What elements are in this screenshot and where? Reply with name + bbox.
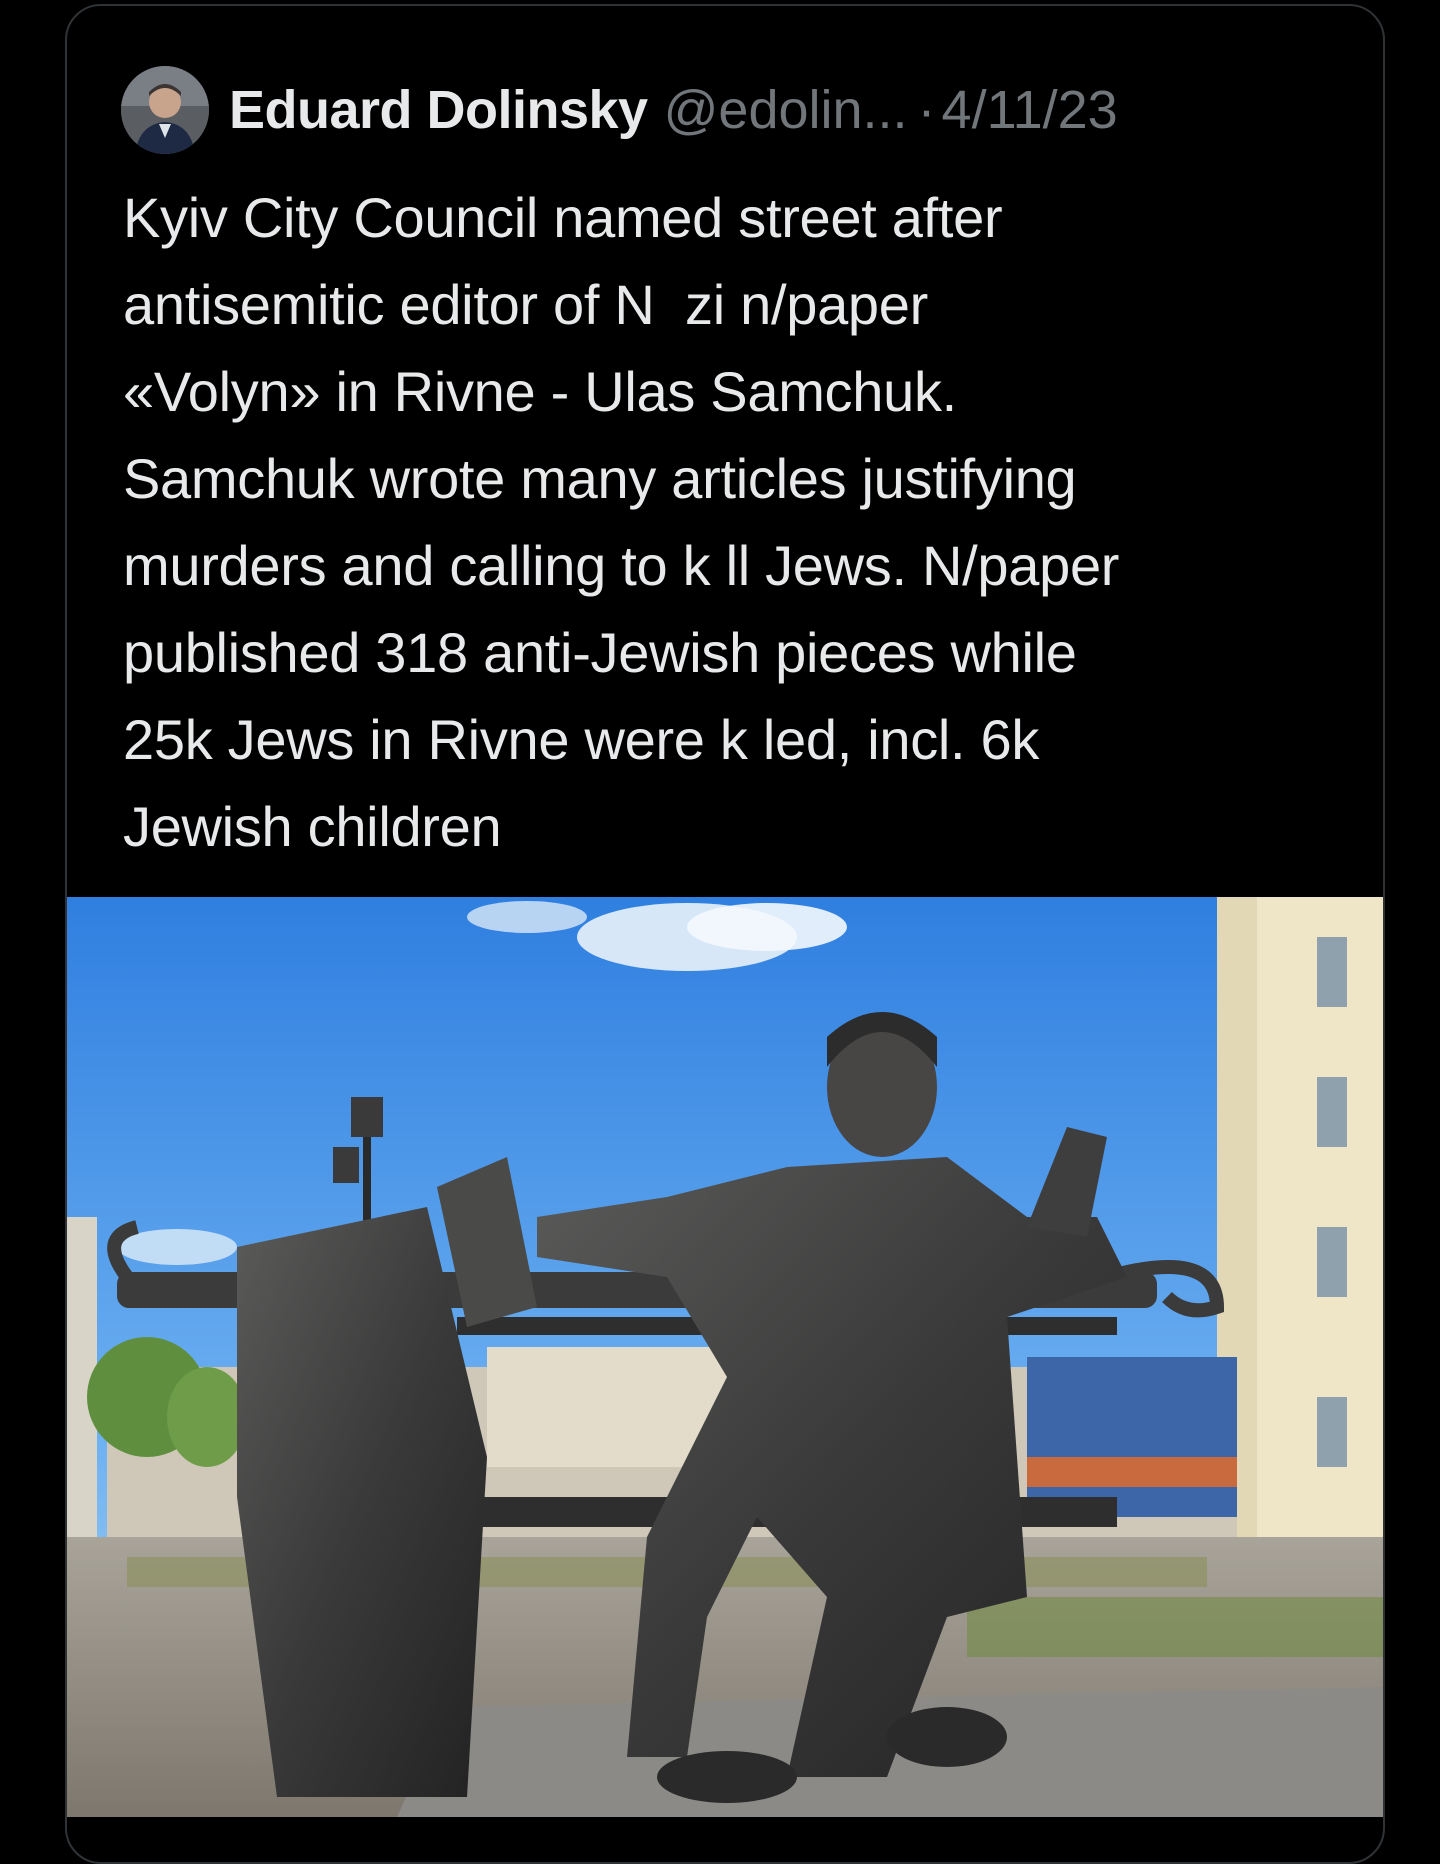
avatar-photo-icon: [121, 66, 209, 154]
tweet-text-line: Samchuk wrote many articles justifying: [123, 447, 1077, 510]
tweet-text-line: published 318 anti-Jewish pieces while: [123, 621, 1077, 684]
tweet-text-line: Kyiv City Council named street after: [123, 186, 1003, 249]
tweet-text-line: antisemitic editor of N zi n/paper: [123, 273, 928, 336]
tweet-text-line: «Volyn» in Rivne - Ulas Samchuk.: [123, 360, 957, 423]
tweet-text-line: 25k Jews in Rivne were k led, incl. 6k: [123, 708, 1040, 771]
tweet-media-photo[interactable]: [67, 897, 1383, 1817]
tweet-text-line: murders and calling to k ll Jews. N/pape…: [123, 534, 1120, 597]
tweet-date[interactable]: 4/11/23: [942, 79, 1118, 141]
statue-photo-icon: [67, 897, 1383, 1817]
tweet-header: Eduard Dolinsky @edolin... · 4/11/23: [121, 62, 1118, 158]
tweet-card[interactable]: Eduard Dolinsky @edolin... · 4/11/23 Kyi…: [65, 4, 1385, 1864]
author-display-name[interactable]: Eduard Dolinsky: [229, 79, 648, 141]
separator-dot: ·: [917, 80, 936, 140]
author-avatar[interactable]: [121, 66, 209, 154]
author-handle[interactable]: @edolin...: [664, 79, 908, 141]
tweet-text-line: Jewish children: [123, 795, 502, 858]
tweet-text: Kyiv City Council named street after ant…: [123, 174, 1353, 870]
